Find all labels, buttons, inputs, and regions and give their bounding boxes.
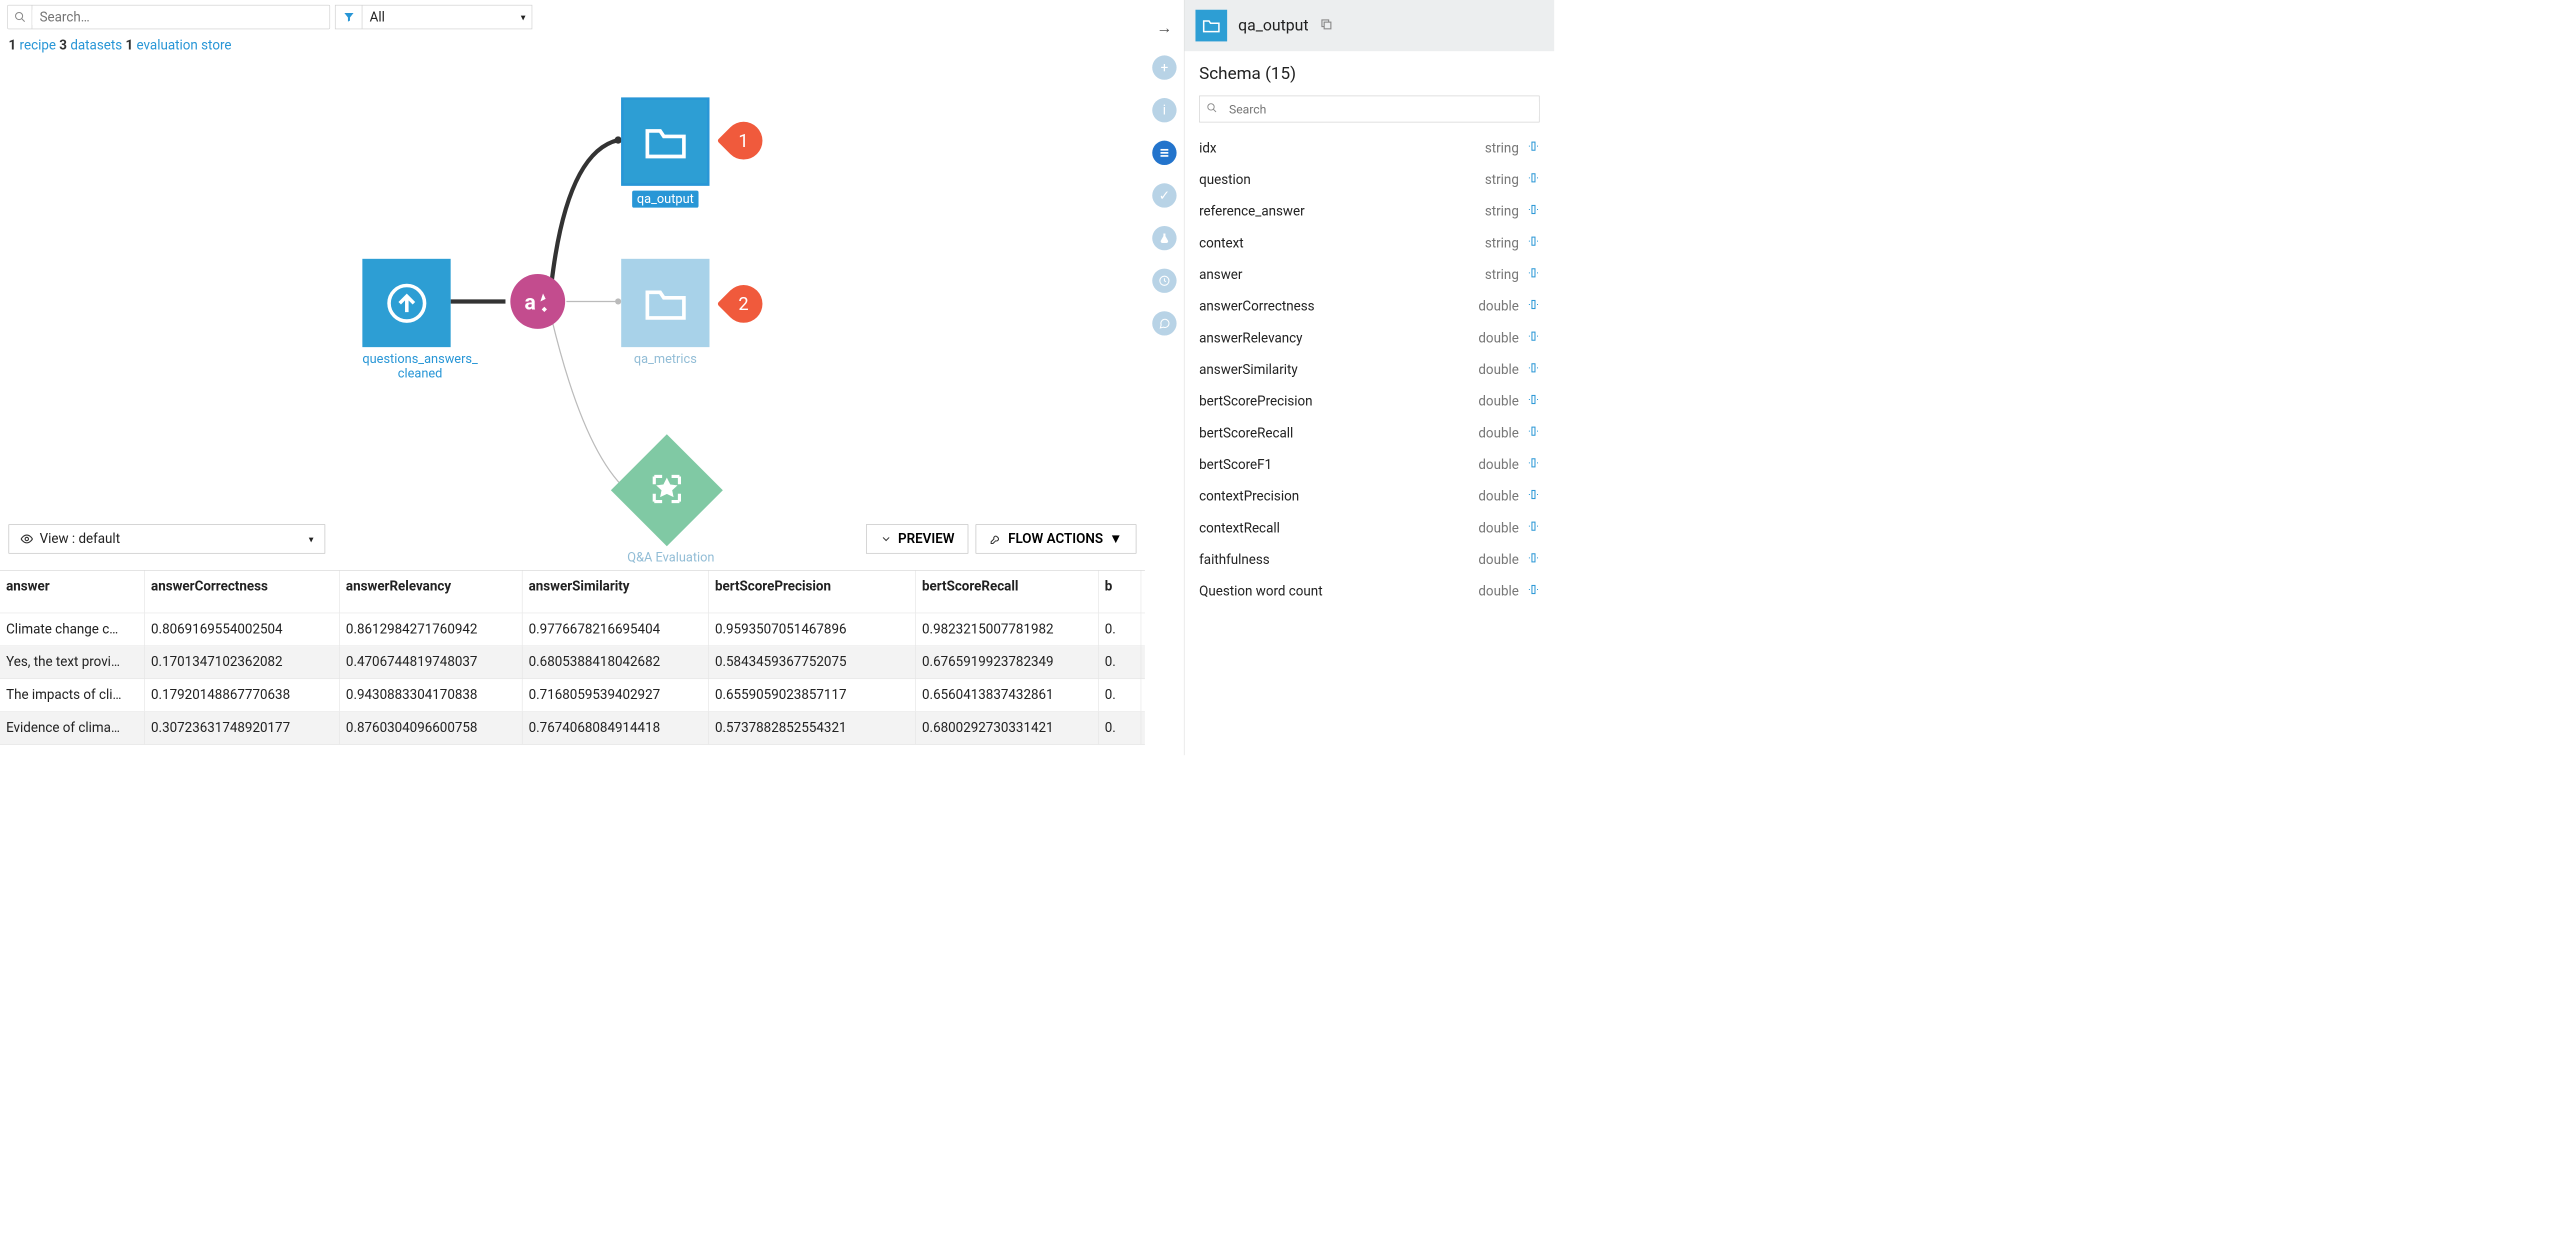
table-row[interactable]: The impacts of cli…0.179201488677706380.… [0, 679, 1145, 712]
column-header[interactable]: answer [0, 571, 145, 613]
panel-title: qa_output [1238, 16, 1309, 34]
filter-select[interactable]: All [335, 5, 532, 29]
expand-icon[interactable] [1527, 172, 1539, 188]
schema-field[interactable]: Question word countdouble [1199, 576, 1539, 608]
expand-icon[interactable] [1527, 330, 1539, 346]
column-header[interactable]: bertScoreRecall [916, 571, 1099, 613]
search-icon [8, 5, 32, 28]
schema-field[interactable]: questionstring [1199, 164, 1539, 196]
upload-icon [362, 259, 450, 347]
rail-schema-icon[interactable] [1152, 141, 1176, 165]
eye-icon [20, 532, 33, 545]
schema-field[interactable]: answerstring [1199, 259, 1539, 291]
dataset-label: questions_answers_ cleaned [362, 352, 477, 381]
svg-text:a: a [525, 290, 536, 315]
expand-icon[interactable] [1527, 583, 1539, 599]
flow-actions-button[interactable]: FLOW ACTIONS ▼ [976, 524, 1137, 553]
folder-icon [621, 97, 709, 185]
schema-field[interactable]: answerSimilaritydouble [1199, 354, 1539, 386]
search-input[interactable] [32, 9, 329, 24]
annotation-badge-2: 2 [717, 277, 770, 330]
expand-icon[interactable] [1527, 362, 1539, 378]
schema-field[interactable]: reference_answerstring [1199, 195, 1539, 227]
table-row[interactable]: Evidence of clima…0.307236317489201770.8… [0, 712, 1145, 745]
folder-icon [621, 259, 709, 347]
dataset-label: qa_output [632, 191, 699, 208]
link-eval[interactable]: evaluation store [137, 38, 232, 53]
column-header[interactable]: answerCorrectness [145, 571, 340, 613]
rail-history-icon[interactable] [1152, 269, 1176, 293]
schema-field[interactable]: contextRecalldouble [1199, 512, 1539, 544]
view-select[interactable]: View : default [9, 524, 326, 553]
schema-heading: Schema (15) [1185, 51, 1555, 95]
column-header[interactable]: answerSimilarity [523, 571, 709, 613]
folder-icon [1195, 10, 1227, 42]
dataset-qa-metrics[interactable]: qa_metrics [621, 259, 709, 367]
column-header[interactable]: b [1099, 571, 1142, 613]
expand-icon[interactable] [1527, 140, 1539, 156]
wrench-icon [990, 533, 1002, 545]
column-header[interactable]: bertScorePrecision [709, 571, 916, 613]
rail-info-icon[interactable]: i [1152, 98, 1176, 122]
link-datasets[interactable]: datasets [70, 38, 122, 53]
chevron-down-icon [880, 533, 892, 545]
expand-icon[interactable] [1527, 457, 1539, 473]
column-header[interactable]: answerRelevancy [340, 571, 523, 613]
rail-chat-icon[interactable] [1152, 311, 1176, 335]
schema-field[interactable]: answerRelevancydouble [1199, 322, 1539, 354]
expand-icon[interactable] [1527, 552, 1539, 568]
schema-field[interactable]: contextPrecisiondouble [1199, 481, 1539, 513]
preview-button[interactable]: PREVIEW [866, 524, 969, 553]
recipe-icon: a [510, 274, 565, 329]
search-icon [1200, 102, 1224, 115]
preview-table: answeranswerCorrectnessanswerRelevancyan… [0, 570, 1145, 745]
rail-lab-icon[interactable] [1152, 226, 1176, 250]
schema-field[interactable]: bertScoreRecalldouble [1199, 417, 1539, 449]
annotation-badge-1: 1 [717, 114, 770, 167]
dataset-label: qa_metrics [621, 352, 709, 367]
dataset-questions-answers-cleaned[interactable]: questions_answers_ cleaned [362, 259, 477, 381]
link-recipe[interactable]: recipe [20, 38, 56, 53]
schema-search-input[interactable] [1224, 102, 1539, 117]
expand-icon[interactable] [1527, 520, 1539, 536]
schema-field[interactable]: bertScoreF1double [1199, 449, 1539, 481]
flow-canvas[interactable]: questions_answers_ cleaned a qa_output 1… [0, 55, 1145, 518]
schema-field[interactable]: idxstring [1199, 132, 1539, 164]
schema-field[interactable]: contextstring [1199, 227, 1539, 259]
filter-icon [336, 5, 363, 28]
dataset-qa-output[interactable]: qa_output [621, 97, 709, 207]
expand-icon[interactable] [1527, 425, 1539, 441]
table-row[interactable]: Yes, the text provi…0.17013471023620820.… [0, 646, 1145, 679]
table-row[interactable]: Climate change c…0.80691695540025040.861… [0, 613, 1145, 646]
schema-field[interactable]: bertScorePrecisiondouble [1199, 385, 1539, 417]
expand-icon[interactable] [1527, 235, 1539, 251]
schema-field[interactable]: faithfulnessdouble [1199, 544, 1539, 576]
expand-icon[interactable] [1527, 488, 1539, 504]
expand-icon[interactable] [1527, 267, 1539, 283]
expand-icon[interactable] [1527, 298, 1539, 314]
copy-icon[interactable] [1320, 18, 1333, 34]
expand-icon[interactable] [1527, 393, 1539, 409]
schema-field[interactable]: answerCorrectnessdouble [1199, 290, 1539, 322]
rail-add-icon[interactable]: + [1152, 55, 1176, 79]
expand-icon[interactable] [1527, 203, 1539, 219]
collapse-panel-button[interactable]: → [1156, 18, 1172, 37]
recipe-node[interactable]: a [510, 274, 565, 329]
rail-check-icon[interactable]: ✓ [1152, 183, 1176, 207]
